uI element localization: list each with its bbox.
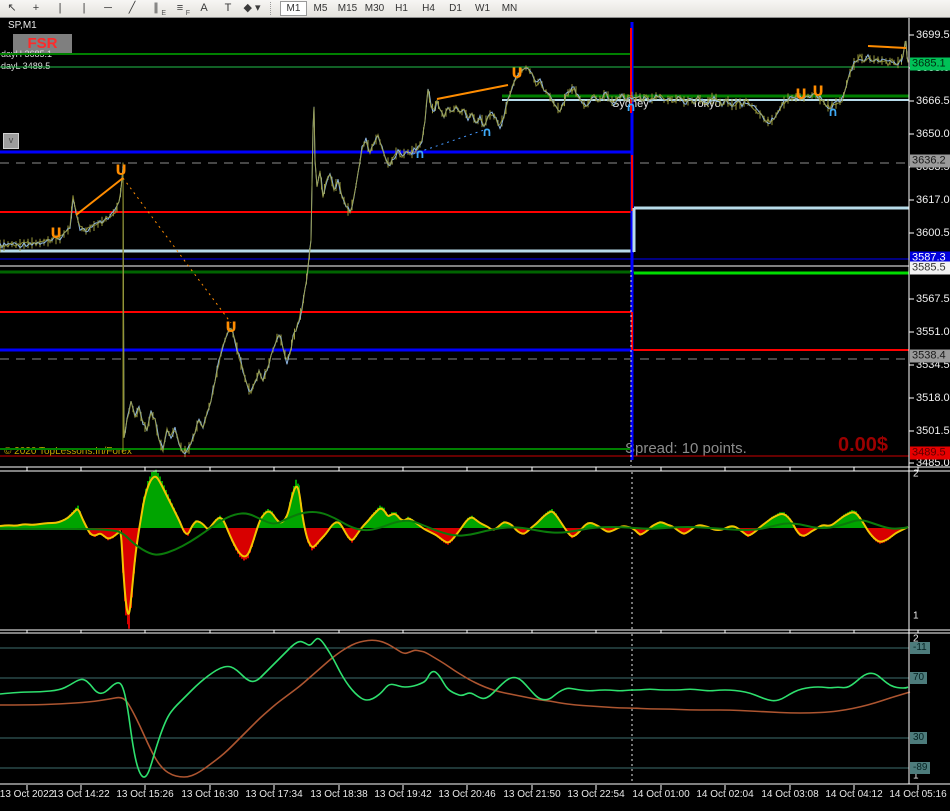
price-level-badge: 3685.1 (910, 57, 950, 71)
stoch-signal-line (0, 639, 911, 778)
price-tick-label: 3567.5 (916, 293, 950, 305)
price-level-badge: 3489.5 (910, 446, 950, 460)
time-tick-label: 13 Oct 20:46 (438, 789, 496, 800)
stoch-level-badge: 30 (910, 732, 928, 744)
buy-signal-arrow-icon: U (511, 66, 522, 82)
buy-signal-arrow-icon: U (812, 84, 823, 100)
price-level-badge: 3585.5 (910, 261, 950, 275)
time-tick-label: 13 Oct 2022 (0, 789, 55, 800)
time-tick-label: 13 Oct 21:50 (503, 789, 561, 800)
time-tick-label: 13 Oct 18:38 (310, 789, 368, 800)
macd-scale-min: 1 (913, 610, 919, 622)
stoch-level-badge: -89 (910, 762, 931, 774)
macd-histogram-down (87, 528, 905, 629)
macd-scale-max: 2 (913, 468, 919, 480)
buy-signal-arrow-icon: U (225, 320, 236, 336)
buy-signal-arrow-icon: U (50, 226, 61, 242)
price-tick-label: 3518.0 (916, 392, 950, 404)
buy-signal-arrow-icon: U (115, 163, 126, 179)
price-level-badge: 3538.4 (910, 349, 950, 363)
stoch-level-badge: -11 (910, 642, 930, 654)
price-tick-label: 3666.5 (916, 95, 950, 107)
price-line-blue (0, 40, 909, 455)
trading-terminal-window: ↖ + | | ─ ╱ ∥ E ≡ F A T ◆ ▾ M1 M5 M15 M30 H1 H4 D1 W1 MN SP,M… (0, 0, 950, 811)
price-tick-label: 3600.5 (916, 227, 950, 239)
price-line-olive (0, 40, 909, 454)
price-tick-label: 3617.0 (916, 194, 950, 206)
time-tick-label: 13 Oct 15:26 (116, 789, 174, 800)
time-tick-label: 14 Oct 04:12 (825, 789, 883, 800)
time-tick-label: 13 Oct 22:54 (567, 789, 625, 800)
sell-signal-arrow-icon: ∩ (626, 100, 637, 115)
sell-signal-arrow-icon: ∩ (415, 147, 426, 162)
time-tick-label: 13 Oct 17:34 (245, 789, 303, 800)
stoch-level-badge: 70 (910, 672, 928, 684)
price-tick-label: 3501.5 (916, 425, 950, 437)
macd-histogram-up (0, 469, 865, 528)
time-tick-label: 13 Oct 16:30 (181, 789, 239, 800)
time-tick-label: 14 Oct 01:00 (632, 789, 690, 800)
time-tick-label: 14 Oct 05:16 (889, 789, 947, 800)
price-tick-label: 3650.0 (916, 128, 950, 140)
time-tick-label: 13 Oct 19:42 (374, 789, 432, 800)
time-tick-label: 13 Oct 14:22 (52, 789, 110, 800)
price-tick-label: 3699.5 (916, 29, 950, 41)
price-tick-label: 3551.0 (916, 326, 950, 338)
price-bars-wicks (0, 41, 908, 458)
sell-signal-arrow-icon: ∩ (828, 105, 839, 120)
price-level-badge: 3636.2 (910, 154, 950, 168)
stoch-main-line (0, 637, 909, 778)
sell-signal-arrow-icon: ∩ (482, 125, 493, 140)
orange-ray-3 (867, 45, 907, 49)
chart-canvas[interactable]: UUUUU U∩∩∩ ∩ (0, 0, 950, 811)
time-tick-label: 14 Oct 02:04 (696, 789, 754, 800)
time-tick-label: 14 Oct 03:08 (761, 789, 819, 800)
orange-ray-2 (436, 84, 509, 100)
buy-signal-arrow-icon: U (795, 87, 806, 103)
